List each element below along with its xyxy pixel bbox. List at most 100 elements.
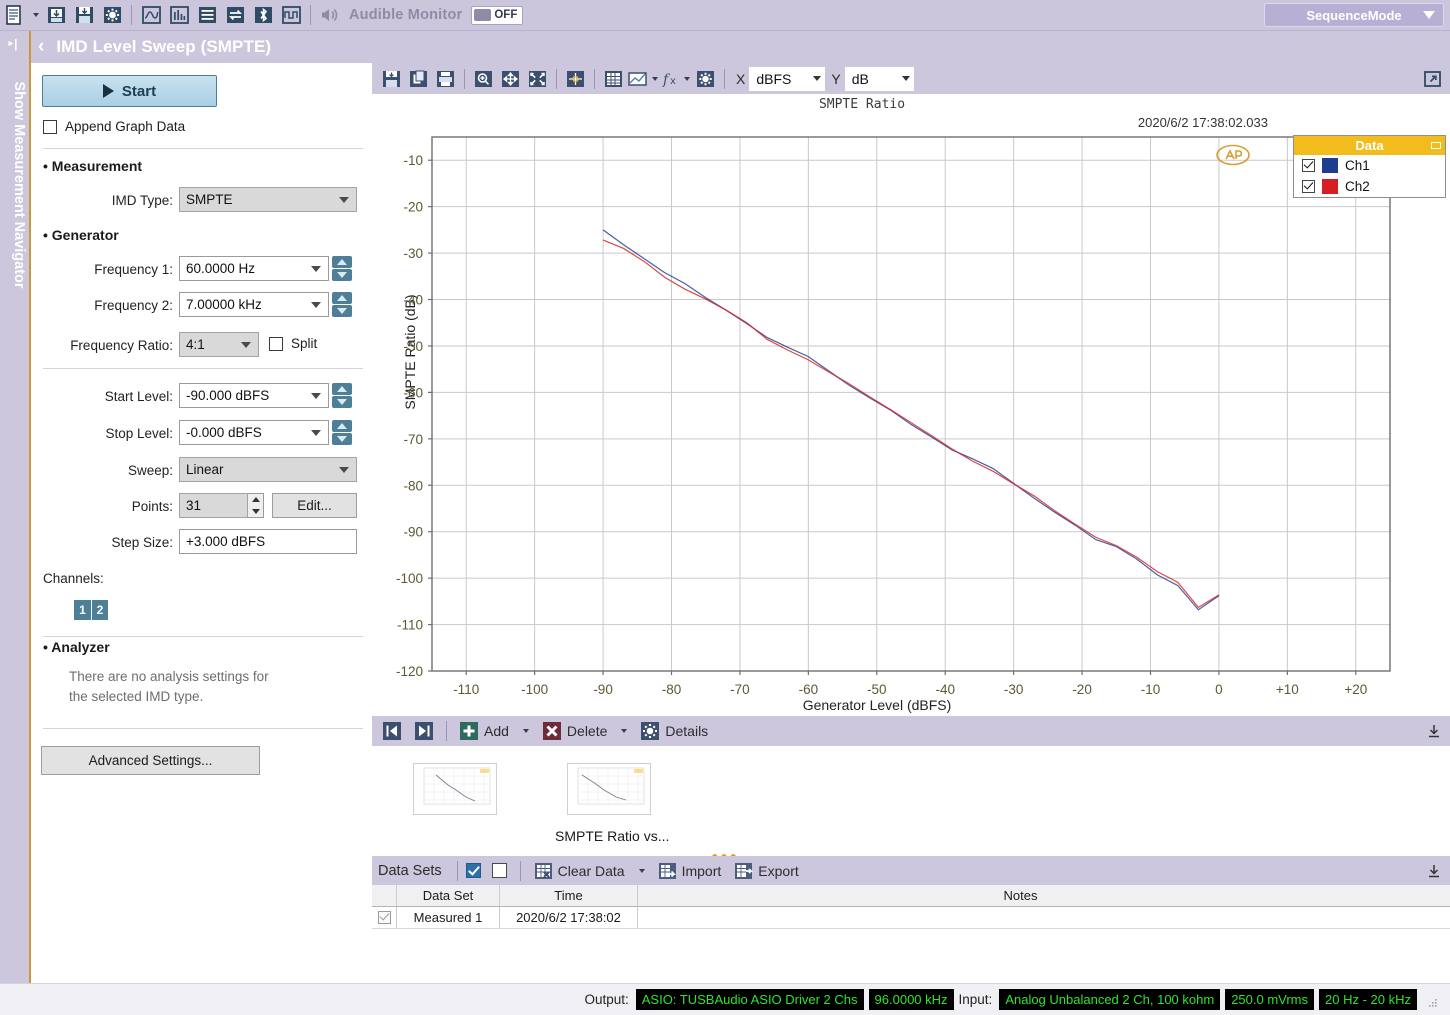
frequency2-input[interactable]: 7.00000 kHz xyxy=(179,292,329,317)
points-input[interactable]: 31 xyxy=(179,493,248,518)
plot-svg[interactable]: -110 -100 -90 -80 -70 -60 -50 -40 -30 -20 -10 0 +10 +… xyxy=(372,94,1450,694)
frequency2-stepper[interactable] xyxy=(332,292,352,317)
stepper-up-button[interactable] xyxy=(332,420,352,432)
results-toolbar: Add Delete Details xyxy=(372,716,1450,746)
clear-data-button[interactable]: Clear Data xyxy=(529,859,630,883)
dropdown-caret-icon[interactable] xyxy=(29,2,41,28)
stop-level-stepper[interactable] xyxy=(332,420,352,445)
col-data-set[interactable]: Data Set xyxy=(397,885,500,906)
thumbnail-1[interactable] xyxy=(413,763,497,815)
step-size-input[interactable]: +3.000 dBFS xyxy=(179,529,357,554)
stepper-down-button[interactable] xyxy=(332,305,352,317)
frequency1-stepper[interactable] xyxy=(332,256,352,281)
function-caret-icon[interactable] xyxy=(681,66,692,92)
channel-button-1[interactable]: 1 xyxy=(74,600,91,620)
advanced-settings-button[interactable]: Advanced Settings... xyxy=(41,746,260,775)
stepper-down-button[interactable] xyxy=(248,506,263,518)
split-checkbox[interactable]: Split xyxy=(269,336,317,351)
start-level-input[interactable]: -90.000 dBFS xyxy=(179,383,329,408)
append-graph-data-checkbox[interactable]: Append Graph Data xyxy=(43,119,185,134)
print-icon[interactable] xyxy=(432,66,459,92)
popout-icon[interactable] xyxy=(1420,67,1444,91)
collapse-icon[interactable] xyxy=(1426,723,1442,742)
bargraph-icon[interactable] xyxy=(166,2,192,28)
graph-style-icon[interactable] xyxy=(627,66,649,92)
cursor-icon[interactable] xyxy=(562,66,589,92)
graph-x-axis-title: Generator Level (dBFS) xyxy=(802,697,952,713)
points-stepper[interactable] xyxy=(248,493,264,518)
details-button[interactable]: Details xyxy=(635,719,713,743)
zoom-icon[interactable] xyxy=(470,66,497,92)
stepper-up-button[interactable] xyxy=(332,383,352,395)
speaker-icon[interactable] xyxy=(317,2,343,28)
add-dropdown-caret[interactable] xyxy=(516,719,535,743)
row-checkbox[interactable] xyxy=(377,911,391,924)
export-button[interactable]: Export xyxy=(729,859,803,883)
measurement-navigator-strip[interactable]: ‣| Show Measurement Navigator xyxy=(0,31,31,983)
legend-checkbox[interactable] xyxy=(1302,180,1315,193)
fit-icon[interactable] xyxy=(524,66,551,92)
pin-icon[interactable]: ‣| xyxy=(7,37,17,51)
save-graph-icon[interactable] xyxy=(378,66,405,92)
copy-graph-icon[interactable] xyxy=(405,66,432,92)
check-all-icon[interactable] xyxy=(465,863,481,878)
stepper-up-button[interactable] xyxy=(332,292,352,304)
list-icon[interactable] xyxy=(194,2,220,28)
divider-4 xyxy=(43,728,363,729)
edit-points-button[interactable]: Edit... xyxy=(272,493,357,518)
frequency-ratio-select[interactable]: 4:1 xyxy=(179,332,259,357)
data-sets-toolbar: Data Sets Clear Data Import Export xyxy=(372,856,1450,885)
legend-row-ch1[interactable]: Ch1 xyxy=(1294,155,1445,176)
start-level-stepper[interactable] xyxy=(332,383,352,408)
channel-selector[interactable]: 1 2 xyxy=(74,600,108,620)
table-row[interactable]: Measured 1 2020/6/2 17:38:02 xyxy=(372,907,1450,929)
back-button[interactable]: ‹ xyxy=(38,36,44,58)
thumbnail-2[interactable] xyxy=(567,763,651,815)
graph-settings-icon[interactable] xyxy=(692,66,719,92)
col-time[interactable]: Time xyxy=(500,885,638,906)
next-result-button[interactable] xyxy=(409,719,439,743)
legend-checkbox[interactable] xyxy=(1302,159,1315,172)
channel-button-2[interactable]: 2 xyxy=(91,600,108,620)
x-unit-select[interactable]: dBFS xyxy=(749,66,826,91)
legend-minimize-icon[interactable] xyxy=(1431,142,1441,149)
stepper-down-button[interactable] xyxy=(332,396,352,408)
delete-dropdown-caret[interactable] xyxy=(614,719,633,743)
y-unit-select[interactable]: dB xyxy=(844,66,914,91)
settings-gear-icon[interactable] xyxy=(99,2,125,28)
col-notes[interactable]: Notes xyxy=(638,885,1403,906)
row-checkbox-cell[interactable] xyxy=(372,907,397,928)
data-sets-collapse-icon[interactable] xyxy=(1426,863,1442,882)
uncheck-all-icon[interactable] xyxy=(491,863,507,878)
transfer-icon[interactable] xyxy=(222,2,248,28)
stepper-down-button[interactable] xyxy=(332,269,352,281)
audible-monitor-toggle[interactable]: OFF xyxy=(471,5,524,25)
stepper-up-button[interactable] xyxy=(248,494,263,506)
sequence-mode-dropdown[interactable]: SequenceMode xyxy=(1264,3,1444,27)
sweep-select[interactable]: Linear xyxy=(179,457,357,482)
frequency1-input[interactable]: 60.0000 Hz xyxy=(179,256,329,281)
waveform-icon[interactable] xyxy=(138,2,164,28)
imd-type-select[interactable]: SMPTE xyxy=(179,187,357,212)
square-wave-icon[interactable] xyxy=(278,2,304,28)
stepper-down-button[interactable] xyxy=(332,433,352,445)
delete-button[interactable]: Delete xyxy=(537,719,612,743)
table-icon[interactable] xyxy=(600,66,627,92)
prev-result-button[interactable] xyxy=(377,719,407,743)
resize-grip-icon[interactable] xyxy=(1428,995,1438,1007)
graph-style-caret-icon[interactable] xyxy=(649,66,660,92)
open-file-icon[interactable] xyxy=(43,2,69,28)
add-button[interactable]: Add xyxy=(454,719,514,743)
bluetooth-icon[interactable] xyxy=(250,2,276,28)
import-button[interactable]: Import xyxy=(653,859,727,883)
start-button[interactable]: Start xyxy=(42,75,217,107)
new-document-icon[interactable] xyxy=(1,2,27,28)
clear-data-caret[interactable] xyxy=(633,859,650,883)
pan-icon[interactable] xyxy=(497,66,524,92)
save-icon[interactable] xyxy=(71,2,97,28)
legend-row-ch2[interactable]: Ch2 xyxy=(1294,176,1445,197)
function-icon[interactable]: fx xyxy=(660,66,681,92)
stop-level-input[interactable]: -0.000 dBFS xyxy=(179,420,329,445)
stepper-up-button[interactable] xyxy=(332,256,352,268)
checkbox-box xyxy=(43,119,57,134)
